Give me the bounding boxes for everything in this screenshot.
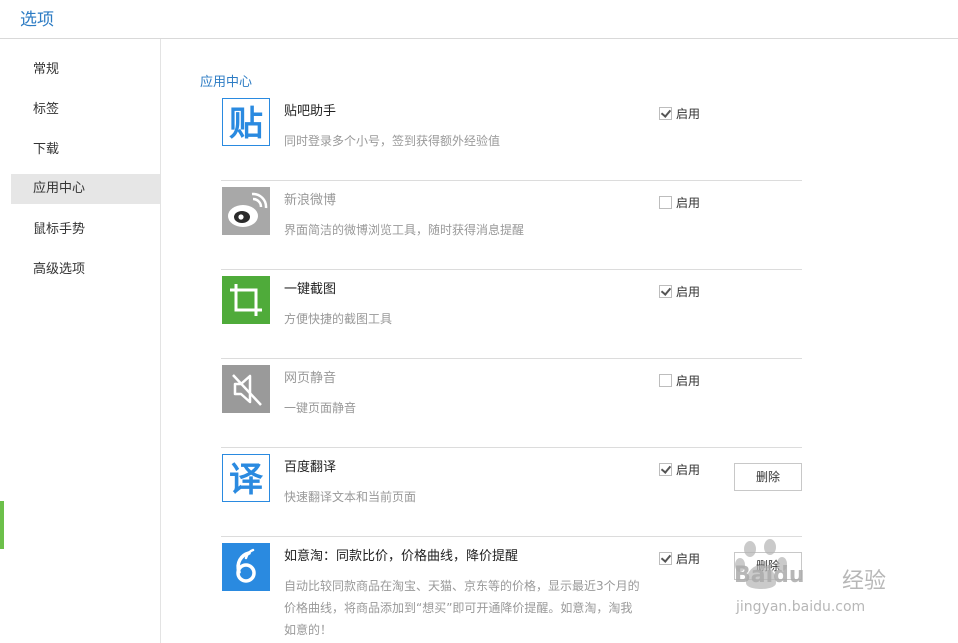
tieba-icon: 贴 (222, 98, 270, 146)
enable-checkbox[interactable] (659, 285, 672, 298)
sidebar-item-general[interactable]: 常规 (11, 55, 160, 85)
sidebar: 常规 标签 下载 应用中心 鼠标手势 高级选项 (0, 39, 161, 643)
enable-label: 启用 (676, 196, 701, 210)
enable-toggle[interactable]: 启用 (659, 461, 700, 478)
enable-label: 启用 (676, 285, 701, 299)
app-description: 同时登录多个小号，签到获得额外经验值 (284, 134, 501, 148)
ruyitao-icon (222, 543, 270, 591)
svg-text:贴: 贴 (229, 104, 263, 144)
enable-toggle[interactable]: 启用 (659, 283, 700, 300)
sidebar-item-advanced[interactable]: 高级选项 (11, 255, 160, 285)
enable-toggle[interactable]: 启用 (659, 194, 700, 211)
app-name: 贴吧助手 (284, 104, 337, 119)
enable-label: 启用 (676, 463, 701, 477)
weibo-icon (222, 187, 270, 235)
app-row-tieba: 贴 贴吧助手 同时登录多个小号，签到获得额外经验值 启用 (221, 92, 802, 181)
translate-icon: 译 (222, 454, 270, 502)
delete-button[interactable]: 删除 (734, 552, 802, 580)
window-header: 选项 (0, 0, 958, 39)
enable-label: 启用 (676, 374, 701, 388)
app-description: 自动比较同款商品在淘宝、天猫、京东等的价格，显示最近3个月的价格曲线，将商品添加… (284, 579, 640, 637)
app-description: 快速翻译文本和当前页面 (284, 490, 417, 504)
enable-checkbox[interactable] (659, 463, 672, 476)
app-row-weibo: 新浪微博 界面简洁的微博浏览工具，随时获得消息提醒 启用 (221, 181, 802, 270)
enable-label: 启用 (676, 107, 701, 121)
app-name: 网页静音 (284, 371, 337, 386)
section-title: 应用中心 (200, 75, 253, 90)
app-row-screenshot: 一键截图 方便快捷的截图工具 启用 (221, 270, 802, 359)
crop-icon (222, 276, 270, 324)
mute-speaker-icon (222, 365, 270, 413)
enable-toggle[interactable]: 启用 (659, 105, 700, 122)
sidebar-item-mouse-gestures[interactable]: 鼠标手势 (11, 215, 160, 245)
sidebar-item-app-center[interactable]: 应用中心 (11, 174, 160, 204)
enable-checkbox[interactable] (659, 107, 672, 120)
app-row-mute: 网页静音 一键页面静音 启用 (221, 359, 802, 448)
app-name: 一键截图 (284, 282, 337, 297)
svg-text:译: 译 (229, 460, 264, 500)
app-description: 一键页面静音 (284, 401, 357, 415)
enable-checkbox[interactable] (659, 552, 672, 565)
app-name: 百度翻译 (284, 460, 337, 475)
app-name: 新浪微博 (284, 193, 337, 208)
enable-checkbox[interactable] (659, 196, 672, 209)
enable-label: 启用 (676, 552, 701, 566)
enable-toggle[interactable]: 启用 (659, 550, 700, 567)
app-description: 界面简洁的微博浏览工具，随时获得消息提醒 (284, 223, 525, 237)
sidebar-item-tabs[interactable]: 标签 (11, 95, 160, 125)
enable-toggle[interactable]: 启用 (659, 372, 700, 389)
app-row-ruyitao: 如意淘：同款比价，价格曲线，降价提醒 自动比较同款商品在淘宝、天猫、京东等的价格… (221, 537, 802, 643)
main-content: 应用中心 贴 贴吧助手 同时登录多个小号，签到获得额外经验值 启用 新浪微博 界… (161, 39, 958, 643)
delete-button[interactable]: 删除 (734, 463, 802, 491)
sidebar-item-downloads[interactable]: 下载 (11, 135, 160, 165)
enable-checkbox[interactable] (659, 374, 672, 387)
app-row-translate: 译 百度翻译 快速翻译文本和当前页面 启用 删除 (221, 448, 802, 537)
page-title: 选项 (20, 10, 54, 30)
app-description: 方便快捷的截图工具 (284, 312, 393, 326)
app-name: 如意淘：同款比价，价格曲线，降价提醒 (284, 549, 519, 564)
side-marker (0, 501, 4, 549)
